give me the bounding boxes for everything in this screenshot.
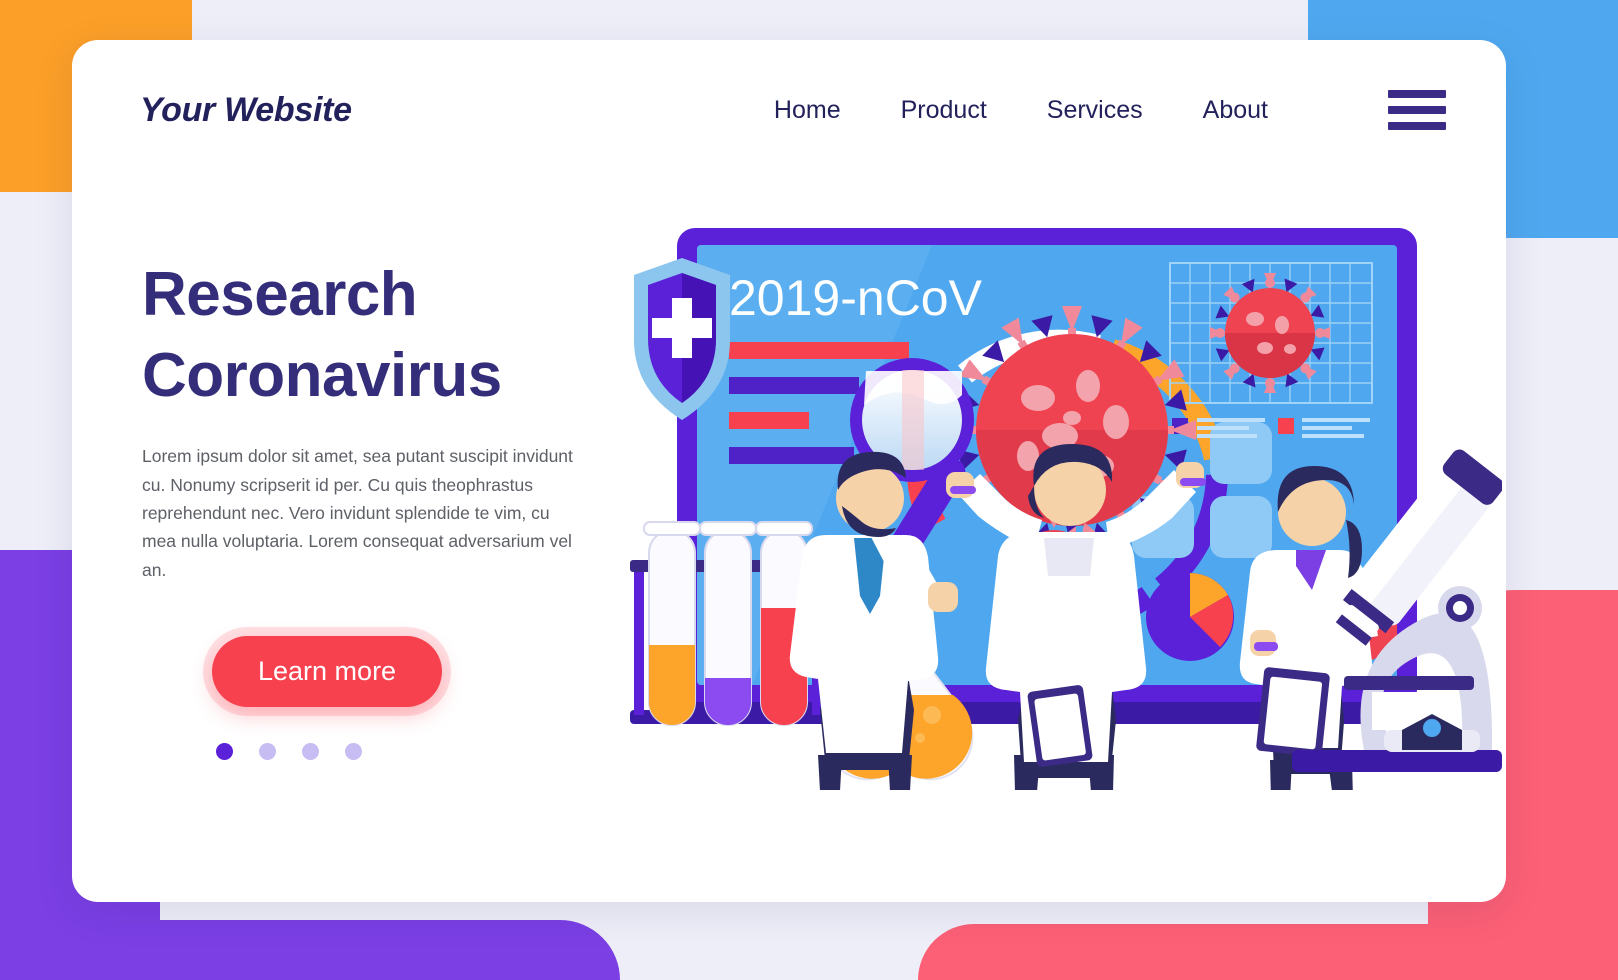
hero-text-column: Research Coronavirus Lorem ipsum dolor s… bbox=[142, 255, 642, 760]
hamburger-bar-3 bbox=[1388, 122, 1446, 130]
headline-line-2: Coronavirus bbox=[142, 340, 502, 410]
nav-item-product[interactable]: Product bbox=[901, 96, 987, 125]
clipboard-female bbox=[1256, 667, 1330, 757]
decoration-blob-coral-strip bbox=[918, 924, 1618, 980]
headline-line-1: Research bbox=[142, 260, 418, 329]
learn-more-button[interactable]: Learn more bbox=[212, 635, 443, 707]
site-header: Your Website Home Product Services About bbox=[72, 40, 1506, 180]
hamburger-bar-2 bbox=[1388, 106, 1446, 114]
brand-logo[interactable]: Your Website bbox=[140, 91, 352, 130]
main-navigation: Home Product Services About bbox=[774, 90, 1446, 130]
coronavirus-research-illustration: 2019-nCoV bbox=[630, 228, 1502, 790]
decoration-blob-blue-right-edge bbox=[1488, 0, 1618, 238]
clipboard-male bbox=[1027, 685, 1093, 767]
test-tube-orange bbox=[643, 521, 701, 726]
hamburger-bar-1 bbox=[1388, 90, 1446, 98]
nav-item-services[interactable]: Services bbox=[1047, 96, 1143, 125]
test-tube-purple bbox=[699, 521, 757, 726]
screen-title: 2019-nCoV bbox=[729, 270, 983, 326]
hero-paragraph: Lorem ipsum dolor sit amet, sea putant s… bbox=[142, 446, 573, 580]
pie-chart-left bbox=[1146, 573, 1234, 661]
hero-illustration: 2019-nCoV bbox=[602, 190, 1502, 790]
nav-item-about[interactable]: About bbox=[1203, 96, 1268, 125]
carousel-dot-2[interactable] bbox=[259, 742, 276, 760]
page-title: Research Coronavirus bbox=[142, 255, 642, 416]
carousel-dot-1[interactable] bbox=[216, 742, 233, 760]
landing-page-card: Your Website Home Product Services About… bbox=[72, 40, 1506, 902]
decoration-blob-purple-strip bbox=[0, 920, 620, 980]
carousel-pagination bbox=[216, 742, 642, 760]
carousel-dot-3[interactable] bbox=[302, 742, 319, 760]
hamburger-icon[interactable] bbox=[1388, 90, 1446, 130]
nav-item-home[interactable]: Home bbox=[774, 96, 841, 125]
carousel-dot-4[interactable] bbox=[345, 742, 362, 760]
